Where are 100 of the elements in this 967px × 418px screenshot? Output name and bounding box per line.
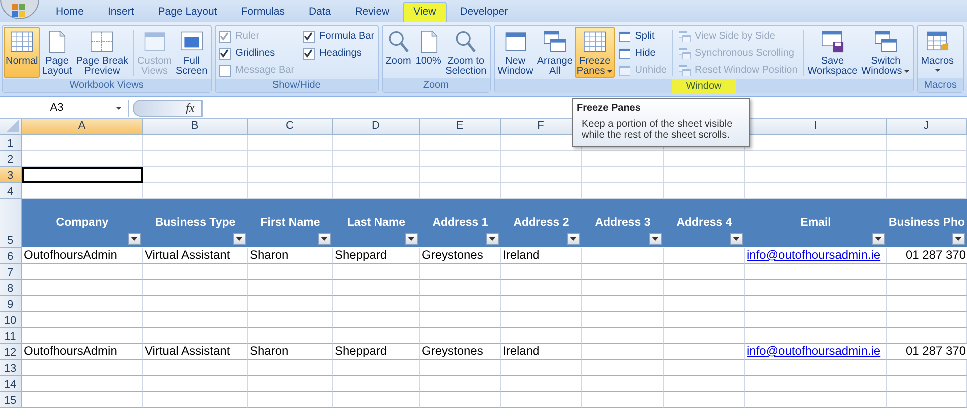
table-cell[interactable] bbox=[143, 151, 248, 167]
table-cell[interactable] bbox=[582, 392, 664, 408]
table-cell[interactable] bbox=[248, 376, 333, 392]
table-cell[interactable] bbox=[582, 344, 664, 360]
ribbon-tab[interactable]: Insert bbox=[97, 2, 146, 22]
table-cell[interactable] bbox=[501, 167, 582, 183]
table-cell[interactable] bbox=[664, 280, 745, 296]
table-cell[interactable] bbox=[143, 328, 248, 344]
ribbon-button[interactable]: Switch Windows bbox=[860, 27, 912, 78]
table-cell[interactable] bbox=[143, 264, 248, 280]
table-cell[interactable] bbox=[501, 280, 582, 296]
ribbon-button[interactable]: Save Workspace bbox=[806, 27, 860, 78]
table-cell[interactable] bbox=[582, 151, 664, 167]
filter-dropdown-button[interactable] bbox=[649, 233, 662, 245]
table-cell[interactable] bbox=[420, 151, 501, 167]
ribbon-tab[interactable]: Page Layout bbox=[147, 2, 228, 22]
table-cell[interactable] bbox=[248, 392, 333, 408]
ribbon-button[interactable]: Macros bbox=[919, 27, 956, 78]
table-cell[interactable] bbox=[887, 360, 967, 376]
row-header[interactable]: 10 bbox=[0, 312, 22, 328]
column-header[interactable]: A bbox=[22, 119, 143, 135]
row-header[interactable]: 11 bbox=[0, 328, 22, 344]
table-cell[interactable] bbox=[333, 392, 420, 408]
table-cell[interactable] bbox=[582, 248, 664, 264]
table-cell[interactable] bbox=[22, 264, 143, 280]
table-cell[interactable] bbox=[143, 296, 248, 312]
table-cell[interactable] bbox=[420, 312, 501, 328]
table-cell[interactable] bbox=[333, 376, 420, 392]
row-header[interactable]: 5 bbox=[0, 199, 22, 248]
filter-dropdown-button[interactable] bbox=[405, 233, 418, 245]
table-cell[interactable] bbox=[143, 376, 248, 392]
column-header[interactable]: D bbox=[333, 119, 420, 135]
ribbon-button[interactable]: Arrange All bbox=[535, 27, 575, 78]
table-cell[interactable] bbox=[22, 280, 143, 296]
filter-dropdown-button[interactable] bbox=[486, 233, 499, 245]
table-cell[interactable] bbox=[501, 376, 582, 392]
row-header[interactable]: 12 bbox=[0, 344, 22, 360]
table-cell[interactable] bbox=[664, 392, 745, 408]
ribbon-tab[interactable]: Data bbox=[298, 2, 342, 22]
row-header[interactable]: 6 bbox=[0, 248, 22, 264]
ribbon-button[interactable]: Zoom to Selection bbox=[444, 27, 489, 78]
filter-dropdown-button[interactable] bbox=[952, 233, 965, 245]
table-cell[interactable] bbox=[333, 135, 420, 151]
table-cell[interactable] bbox=[22, 296, 143, 312]
table-cell[interactable] bbox=[664, 167, 745, 183]
checkbox[interactable]: Formula Bar bbox=[302, 28, 375, 45]
table-cell[interactable] bbox=[501, 296, 582, 312]
table-cell[interactable] bbox=[420, 167, 501, 183]
filter-dropdown-button[interactable] bbox=[128, 233, 141, 245]
ribbon-button[interactable]: Full Screen bbox=[174, 27, 210, 78]
table-cell[interactable] bbox=[248, 312, 333, 328]
ribbon-tab[interactable]: View bbox=[402, 2, 448, 22]
table-cell[interactable] bbox=[887, 264, 967, 280]
table-cell[interactable] bbox=[582, 264, 664, 280]
table-cell[interactable] bbox=[664, 344, 745, 360]
table-cell[interactable] bbox=[501, 328, 582, 344]
email-link[interactable]: info@outofhoursadmin.ie bbox=[747, 248, 881, 262]
table-cell[interactable] bbox=[501, 312, 582, 328]
table-cell[interactable] bbox=[333, 280, 420, 296]
table-cell[interactable] bbox=[887, 151, 967, 167]
table-cell[interactable] bbox=[745, 392, 887, 408]
table-cell[interactable] bbox=[248, 264, 333, 280]
table-cell[interactable] bbox=[420, 328, 501, 344]
ribbon-tab[interactable]: Formulas bbox=[230, 2, 296, 22]
table-cell[interactable] bbox=[22, 135, 143, 151]
table-cell[interactable] bbox=[745, 264, 887, 280]
table-cell[interactable] bbox=[745, 360, 887, 376]
row-header[interactable]: 13 bbox=[0, 360, 22, 376]
table-cell[interactable] bbox=[887, 296, 967, 312]
insert-function-button[interactable]: fx bbox=[133, 100, 202, 116]
table-cell[interactable] bbox=[582, 328, 664, 344]
table-cell[interactable] bbox=[333, 151, 420, 167]
table-cell[interactable] bbox=[248, 167, 333, 183]
row-header[interactable]: 1 bbox=[0, 135, 22, 151]
name-box[interactable]: A3 bbox=[0, 100, 129, 116]
table-cell[interactable] bbox=[22, 376, 143, 392]
ribbon-button[interactable]: New Window bbox=[496, 27, 536, 78]
table-cell[interactable] bbox=[143, 360, 248, 376]
column-header[interactable]: E bbox=[420, 119, 501, 135]
filter-dropdown-button[interactable] bbox=[730, 233, 743, 245]
table-cell[interactable] bbox=[333, 264, 420, 280]
ribbon-button[interactable]: Split bbox=[617, 28, 668, 45]
table-cell[interactable] bbox=[420, 280, 501, 296]
table-cell[interactable] bbox=[887, 167, 967, 183]
ribbon-tab[interactable]: Review bbox=[344, 2, 401, 22]
table-cell[interactable] bbox=[582, 280, 664, 296]
filter-dropdown-button[interactable] bbox=[318, 233, 331, 245]
row-header[interactable]: 15 bbox=[0, 392, 22, 408]
table-cell[interactable] bbox=[501, 151, 582, 167]
table-cell[interactable] bbox=[582, 167, 664, 183]
table-cell[interactable] bbox=[745, 167, 887, 183]
table-cell[interactable] bbox=[22, 328, 143, 344]
row-header[interactable]: 14 bbox=[0, 376, 22, 392]
table-cell[interactable] bbox=[333, 312, 420, 328]
table-cell[interactable] bbox=[143, 392, 248, 408]
ribbon-button[interactable]: Hide bbox=[617, 45, 668, 62]
row-header[interactable]: 4 bbox=[0, 183, 22, 199]
table-cell[interactable] bbox=[420, 135, 501, 151]
ribbon-button[interactable]: Freeze Panes bbox=[574, 27, 616, 78]
office-button[interactable] bbox=[0, 0, 40, 20]
